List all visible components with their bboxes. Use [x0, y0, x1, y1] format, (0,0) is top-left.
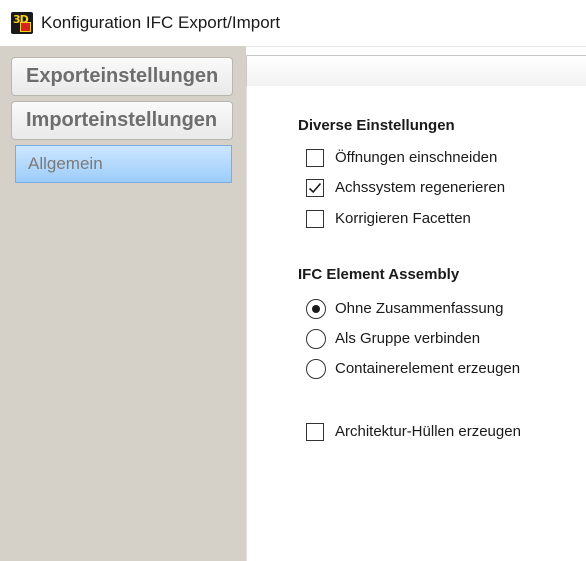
export-settings-button[interactable]: Exporteinstellungen: [11, 57, 233, 96]
checkbox-box[interactable]: [306, 423, 324, 441]
checkbox-label: Korrigieren Facetten: [335, 210, 471, 227]
checkbox-label: Öffnungen einschneiden: [335, 149, 498, 166]
checkbox-box[interactable]: [306, 210, 324, 228]
assembly-heading: IFC Element Assembly: [298, 266, 460, 283]
radio-button[interactable]: [306, 329, 326, 349]
checkbox-label: Architektur-Hüllen erzeugen: [335, 423, 521, 440]
import-settings-button[interactable]: Importeinstellungen: [11, 101, 233, 140]
nav-pane: Exporteinstellungen Importeinstellungen …: [0, 46, 246, 561]
radio-label: Containerelement erzeugen: [335, 360, 521, 377]
radio-button[interactable]: [306, 299, 326, 319]
checkbox-label: Achssystem regenerieren: [335, 179, 506, 196]
checkmark-icon: [308, 182, 322, 194]
title-bar: 3D Konfiguration IFC Export/Import: [0, 0, 586, 47]
misc-settings-heading: Diverse Einstellungen: [298, 117, 455, 134]
radio-label: Ohne Zusammenfassung: [335, 300, 504, 317]
content-tab-strip: [246, 55, 586, 86]
window-title: Konfiguration IFC Export/Import: [41, 13, 281, 32]
radio-button[interactable]: [306, 359, 326, 379]
radio-label: Als Gruppe verbinden: [335, 330, 481, 347]
radio-dot-icon: [312, 305, 320, 313]
app-icon: 3D: [11, 12, 33, 34]
nav-item-allgemein[interactable]: Allgemein: [15, 145, 232, 183]
checkbox-box[interactable]: [306, 149, 324, 167]
checkbox-box[interactable]: [306, 179, 324, 197]
